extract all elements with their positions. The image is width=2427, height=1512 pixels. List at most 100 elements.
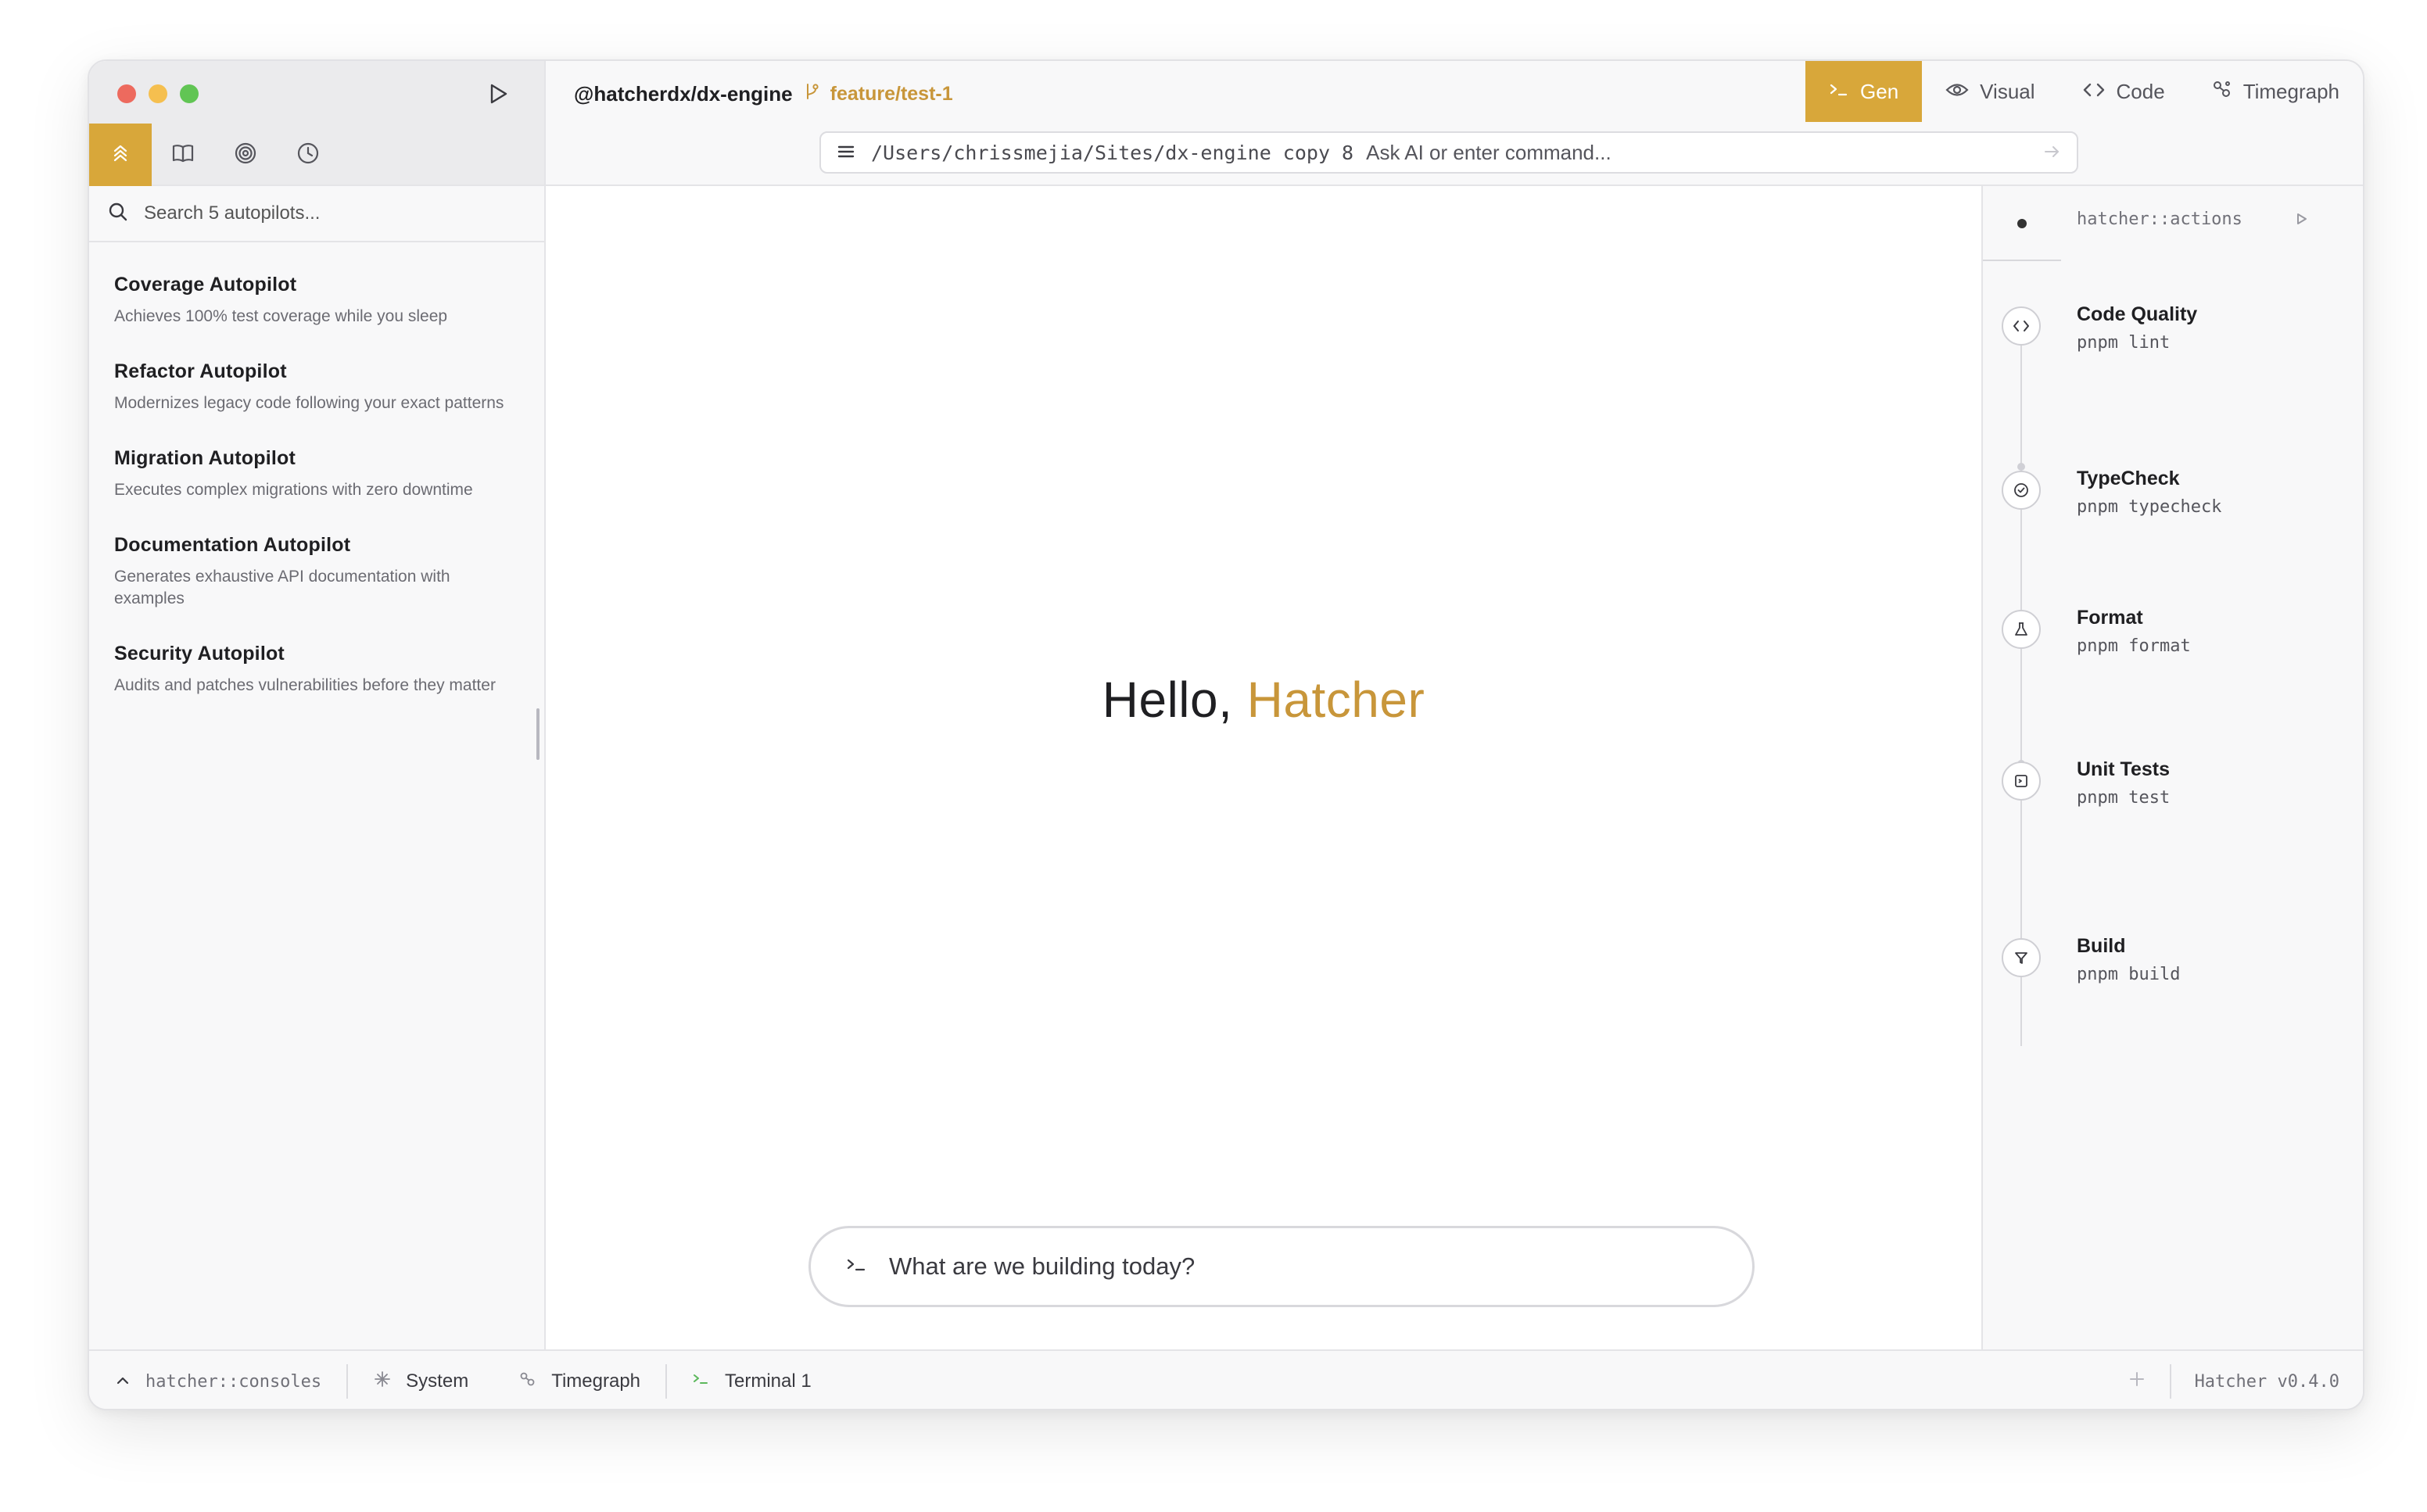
action-command: pnpm lint bbox=[2077, 333, 2171, 353]
greeting-name: Hatcher bbox=[1246, 672, 1425, 728]
eye-icon bbox=[1945, 80, 1969, 104]
action-command: pnpm test bbox=[2077, 788, 2171, 808]
book-icon bbox=[171, 142, 195, 168]
autopilot-item-security[interactable]: Security Autopilot Audits and patches vu… bbox=[89, 624, 544, 711]
tab-label: Timegraph bbox=[2242, 79, 2339, 103]
test-icon bbox=[2002, 761, 2041, 801]
action-name: Build bbox=[2077, 935, 2126, 957]
tab-timegraph[interactable]: Timegraph bbox=[2189, 61, 2363, 122]
top-header: @hatcherdx/dx-engine feature/test-1 Gen … bbox=[546, 61, 2363, 186]
target-icon bbox=[234, 142, 257, 169]
autopilot-item-migration[interactable]: Migration Autopilot Executes complex mig… bbox=[89, 428, 544, 515]
prompt-input[interactable] bbox=[889, 1252, 1671, 1281]
mode-tabs: Gen Visual Code Timegraph bbox=[1805, 61, 2363, 124]
sidebar: Coverage Autopilot Achieves 100% test co… bbox=[89, 61, 546, 1349]
console-bar-right: Hatcher v0.4.0 bbox=[2128, 1351, 2339, 1409]
tab-docs[interactable] bbox=[152, 124, 214, 186]
search-icon bbox=[108, 202, 128, 226]
autopilot-item-documentation[interactable]: Documentation Autopilot Generates exhaus… bbox=[89, 515, 544, 624]
actions-panel: hatcher::actions Code Quality pnpm lint … bbox=[1981, 186, 2363, 1349]
menu-icon[interactable] bbox=[837, 141, 855, 165]
console-tab-label: Terminal 1 bbox=[725, 1370, 812, 1392]
autopilot-list: Coverage Autopilot Achieves 100% test co… bbox=[89, 242, 544, 711]
action-unit-tests[interactable]: Unit Tests pnpm test bbox=[1983, 758, 2363, 832]
autopilots-icon bbox=[109, 142, 131, 168]
action-command: pnpm build bbox=[2077, 965, 2181, 984]
console-tab-terminal[interactable]: Terminal 1 bbox=[667, 1351, 837, 1409]
terminal-prompt-icon bbox=[692, 1370, 711, 1392]
autopilot-title: Documentation Autopilot bbox=[114, 534, 351, 556]
code-icon bbox=[2002, 306, 2041, 346]
action-name: Unit Tests bbox=[2077, 758, 2170, 780]
sparkle-icon bbox=[373, 1370, 392, 1394]
autopilot-title: Coverage Autopilot bbox=[114, 274, 297, 296]
console-tab-label: System bbox=[406, 1370, 469, 1392]
console-tab-system[interactable]: System bbox=[348, 1351, 493, 1409]
action-code-quality[interactable]: Code Quality pnpm lint bbox=[1983, 303, 2363, 377]
sidebar-tabs bbox=[89, 124, 544, 186]
status-dot bbox=[2017, 219, 2027, 228]
autopilot-item-refactor[interactable]: Refactor Autopilot Modernizes legacy cod… bbox=[89, 342, 544, 428]
check-circle-icon bbox=[2002, 471, 2041, 510]
divider bbox=[2169, 1364, 2171, 1399]
maximize-window-button[interactable] bbox=[180, 84, 199, 103]
consoles-title: hatcher::consoles bbox=[145, 1371, 322, 1392]
timegraph-icon bbox=[518, 1370, 537, 1394]
main-canvas: Hello, Hatcher bbox=[546, 186, 1981, 1349]
autopilot-title: Migration Autopilot bbox=[114, 447, 296, 469]
action-build[interactable]: Build pnpm build bbox=[1983, 935, 2363, 1009]
tab-label: Visual bbox=[1980, 79, 2035, 103]
header-underline bbox=[1983, 260, 2061, 261]
prompt-box[interactable] bbox=[808, 1226, 1755, 1307]
action-typecheck[interactable]: TypeCheck pnpm typecheck bbox=[1983, 468, 2363, 541]
autopilot-description: Modernizes legacy code following your ex… bbox=[114, 394, 504, 412]
arrow-right-icon[interactable] bbox=[2042, 142, 2061, 167]
autopilot-description: Audits and patches vulnerabilities befor… bbox=[114, 676, 496, 694]
tab-code[interactable]: Code bbox=[2059, 61, 2189, 122]
action-format[interactable]: Format pnpm format bbox=[1983, 607, 2363, 680]
action-name: Code Quality bbox=[2077, 303, 2198, 325]
plus-icon[interactable] bbox=[2128, 1370, 2146, 1394]
titlebar bbox=[89, 61, 544, 124]
minimize-window-button[interactable] bbox=[149, 84, 167, 103]
command-bar[interactable]: /Users/chrissmejia/Sites/dx-engine copy … bbox=[819, 131, 2078, 174]
play-icon[interactable] bbox=[485, 80, 513, 108]
play-icon[interactable] bbox=[2296, 212, 2308, 230]
autopilot-description: Executes complex migrations with zero do… bbox=[114, 481, 473, 499]
tab-gen[interactable]: Gen bbox=[1805, 61, 1923, 122]
console-tab-timegraph[interactable]: Timegraph bbox=[493, 1351, 665, 1409]
close-window-button[interactable] bbox=[117, 84, 136, 103]
command-placeholder[interactable]: Ask AI or enter command... bbox=[1366, 141, 1611, 165]
tab-autopilots[interactable] bbox=[89, 124, 152, 186]
tab-label: Gen bbox=[1860, 79, 1899, 103]
terminal-prompt-icon bbox=[1829, 80, 1849, 104]
tab-label: Code bbox=[2116, 79, 2165, 103]
git-branch-icon bbox=[804, 82, 819, 106]
tab-visual[interactable]: Visual bbox=[1922, 61, 2058, 122]
funnel-icon bbox=[2002, 938, 2041, 977]
branch-name[interactable]: feature/test-1 bbox=[830, 83, 953, 106]
timegraph-icon bbox=[2212, 79, 2232, 105]
tab-targets[interactable] bbox=[214, 124, 277, 186]
action-name: TypeCheck bbox=[2077, 468, 2180, 489]
terminal-prompt-icon bbox=[845, 1256, 867, 1277]
console-tab-label: Timegraph bbox=[551, 1370, 641, 1392]
autopilot-title: Refactor Autopilot bbox=[114, 360, 287, 382]
flask-icon bbox=[2002, 610, 2041, 649]
console-bar: hatcher::consoles System Timegraph Termi… bbox=[89, 1349, 2363, 1409]
actions-title: hatcher::actions bbox=[2077, 210, 2242, 229]
repo-info: @hatcherdx/dx-engine feature/test-1 bbox=[574, 80, 953, 108]
code-icon bbox=[2082, 80, 2106, 104]
search-input[interactable] bbox=[144, 202, 504, 224]
action-command: pnpm typecheck bbox=[2077, 497, 2222, 517]
command-path: /Users/chrissmejia/Sites/dx-engine copy … bbox=[871, 141, 1354, 164]
action-name: Format bbox=[2077, 607, 2143, 629]
tab-history[interactable] bbox=[277, 124, 339, 186]
consoles-toggle[interactable]: hatcher::consoles bbox=[89, 1351, 346, 1409]
app-window: Coverage Autopilot Achieves 100% test co… bbox=[88, 59, 2364, 1410]
autopilot-item-coverage[interactable]: Coverage Autopilot Achieves 100% test co… bbox=[89, 255, 544, 342]
sidebar-scrollbar[interactable] bbox=[536, 708, 540, 760]
action-command: pnpm format bbox=[2077, 636, 2191, 656]
autopilot-description: Achieves 100% test coverage while you sl… bbox=[114, 307, 448, 325]
repo-name[interactable]: @hatcherdx/dx-engine bbox=[574, 82, 793, 106]
